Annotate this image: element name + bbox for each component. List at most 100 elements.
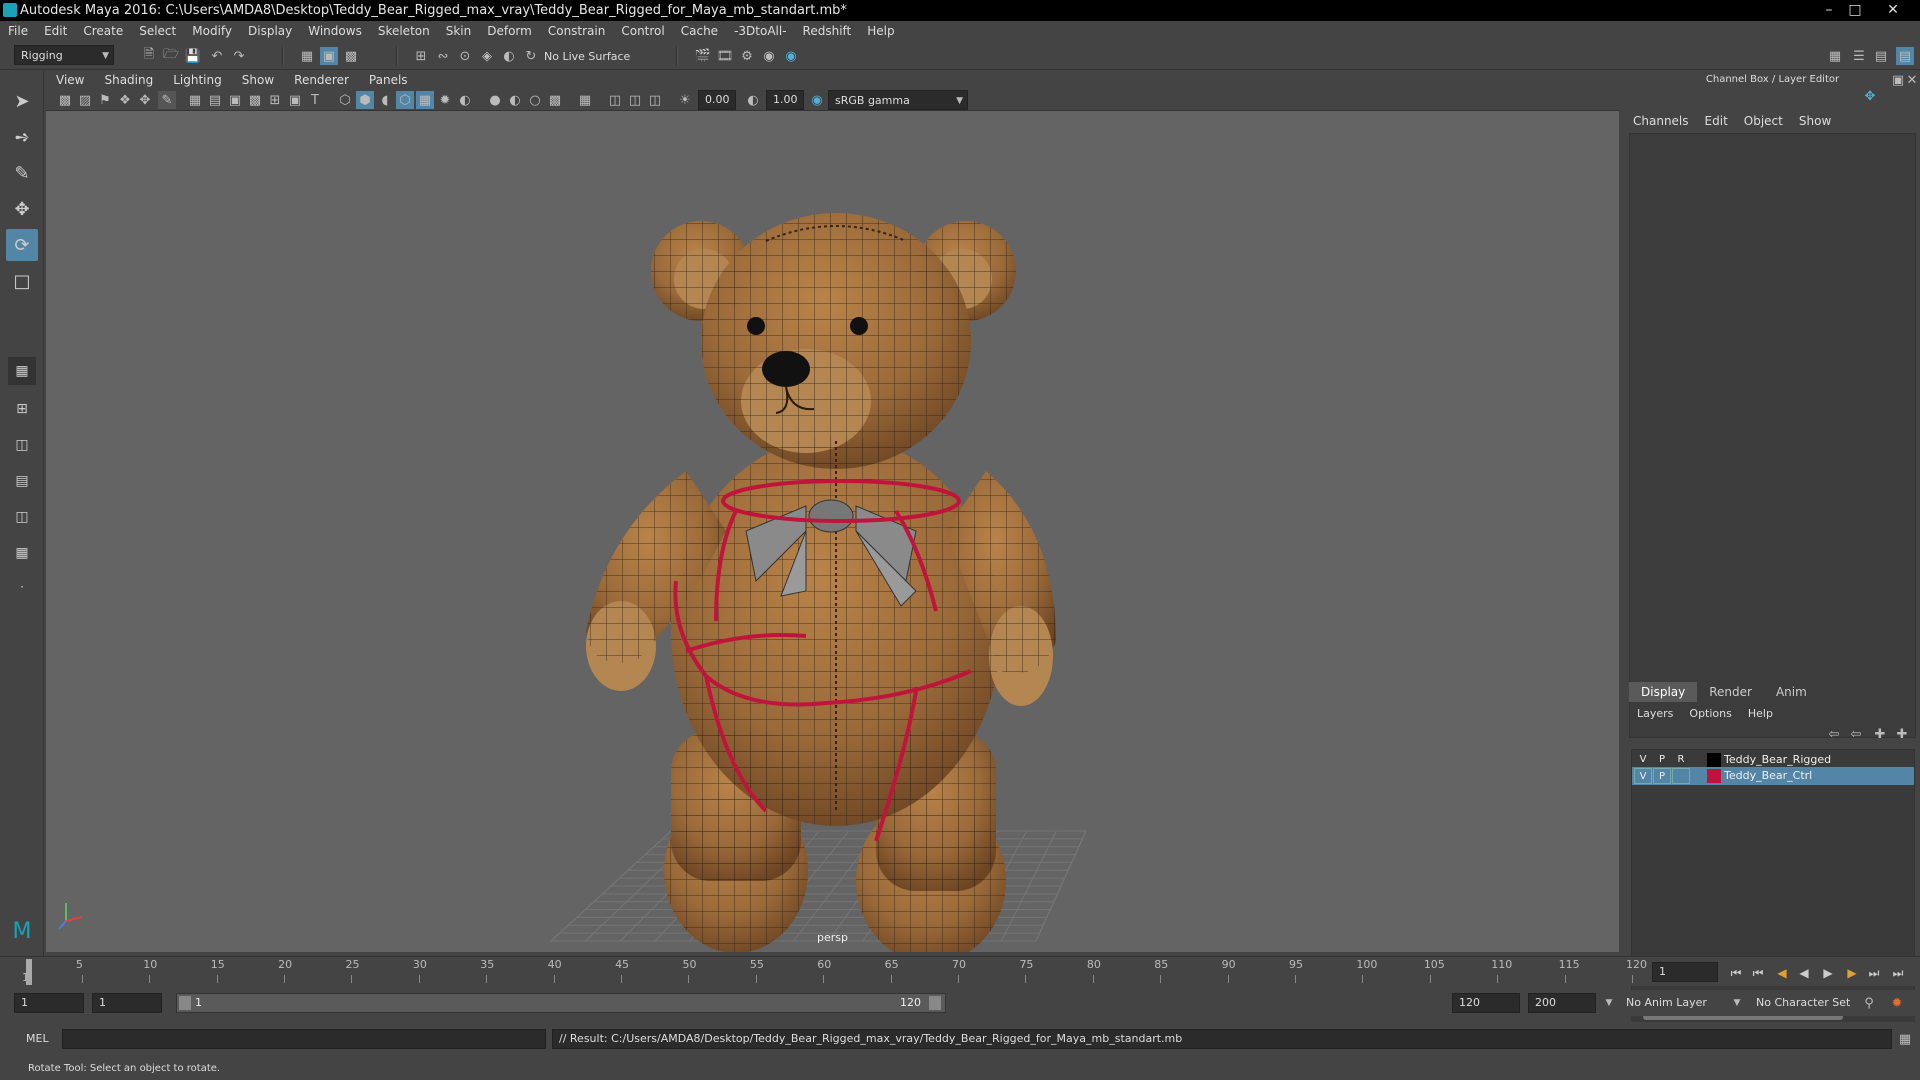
scale-tool-icon[interactable]: □	[6, 265, 38, 297]
field-chart-icon[interactable]: ⊞	[266, 91, 284, 109]
bookmark-icon[interactable]: ⚑	[96, 91, 114, 109]
channel-box-options-icon[interactable]: ✥	[1861, 87, 1879, 105]
snap-surface-icon[interactable]: ◐	[500, 47, 518, 65]
playback-start-field[interactable]: 1	[92, 993, 162, 1013]
menu-help[interactable]: Help	[859, 21, 902, 42]
paint-select-icon[interactable]: ✎	[6, 157, 38, 189]
undo-icon[interactable]: ↶	[208, 47, 226, 65]
live-surface-label[interactable]: No Live Surface	[544, 47, 644, 65]
redo-icon[interactable]: ↷	[230, 47, 248, 65]
modeling-toolkit-icon[interactable]: ▦	[1826, 47, 1844, 65]
layer-menu-options[interactable]: Options	[1681, 704, 1739, 724]
gamma-field[interactable]: 1.00	[766, 90, 804, 110]
tool-settings-icon[interactable]: ▤	[1872, 47, 1890, 65]
menu-control[interactable]: Control	[613, 21, 672, 42]
exposure-field[interactable]: 0.00	[698, 90, 736, 110]
channel-box-menu-channels[interactable]: Channels	[1625, 111, 1697, 131]
channel-box-menu-show[interactable]: Show	[1791, 111, 1839, 131]
layer-visibility-toggle[interactable]: V	[1634, 768, 1652, 784]
viewport-menu-view[interactable]: View	[46, 71, 94, 89]
snap-point-icon[interactable]: ⊙	[456, 47, 474, 65]
step-back-frame-icon[interactable]: ◀	[1772, 963, 1792, 983]
xray-components-icon[interactable]: ◫	[646, 91, 664, 109]
layer-menu-layers[interactable]: Layers	[1629, 704, 1681, 724]
layer-reference-toggle[interactable]	[1672, 768, 1690, 784]
anim-layer-label[interactable]: No Anim Layer	[1626, 996, 1707, 1009]
viewport-menu-shading[interactable]: Shading	[94, 71, 163, 89]
menu-edit[interactable]: Edit	[36, 21, 75, 42]
color-management-icon[interactable]: ◉	[808, 91, 826, 109]
save-scene-icon[interactable]: 💾	[184, 47, 202, 65]
minimize-button[interactable]: –	[1818, 1, 1840, 19]
current-frame-field[interactable]: 1	[1652, 962, 1718, 982]
layer-visibility-toggle[interactable]: V	[1634, 752, 1652, 768]
channel-box-menu-object[interactable]: Object	[1736, 111, 1791, 131]
menu-redshift[interactable]: Redshift	[795, 21, 860, 42]
menu-create[interactable]: Create	[75, 21, 131, 42]
wireframe-icon[interactable]: ⬡	[336, 91, 354, 109]
anti-aliasing-icon[interactable]: ○	[526, 91, 544, 109]
attribute-editor-icon[interactable]: ☰	[1850, 47, 1868, 65]
xray-icon[interactable]: ◫	[606, 91, 624, 109]
layer-menu-help[interactable]: Help	[1740, 704, 1781, 724]
screen-space-ao-icon[interactable]: ●	[486, 91, 504, 109]
more-layouts-icon[interactable]: ·	[6, 571, 38, 603]
maximize-button[interactable]: □	[1844, 1, 1866, 19]
close-panel-icon[interactable]: ✕	[1903, 71, 1920, 89]
close-button[interactable]: ✕	[1882, 1, 1904, 19]
grease-pencil-icon[interactable]: ✎	[158, 91, 176, 109]
resolution-gate-icon[interactable]: ▣	[226, 91, 244, 109]
menu-3dtoall[interactable]: -3DtoAll-	[726, 21, 794, 42]
tab-anim[interactable]: Anim	[1764, 682, 1819, 702]
hypershade-layout-icon[interactable]: ▦	[6, 537, 38, 569]
open-scene-icon[interactable]: 🗁	[162, 47, 180, 65]
snap-together-icon[interactable]: ↻	[522, 47, 540, 65]
layer-playback-toggle[interactable]: P	[1653, 752, 1671, 768]
go-to-start-icon[interactable]: ⏮	[1726, 963, 1746, 983]
move-layer-up-icon[interactable]: ⇦	[1825, 725, 1843, 743]
menu-cache[interactable]: Cache	[673, 21, 726, 42]
range-handle-start[interactable]	[179, 996, 191, 1010]
tab-display[interactable]: Display	[1629, 682, 1698, 702]
layer-playback-toggle[interactable]: P	[1653, 768, 1671, 784]
viewport-menu-show[interactable]: Show	[232, 71, 284, 89]
move-tool-icon[interactable]: ✥	[6, 193, 38, 225]
range-handle-end[interactable]	[929, 996, 941, 1010]
channel-box-icon[interactable]: ▤	[1896, 47, 1914, 65]
menu-skin[interactable]: Skin	[438, 21, 480, 42]
wireframe-on-shaded-icon[interactable]: ⬡	[396, 91, 414, 109]
textured-icon[interactable]: ▦	[416, 91, 434, 109]
menu-set-dropdown[interactable]: Rigging ▼	[14, 45, 114, 65]
snap-grid-icon[interactable]: ⊞	[412, 47, 430, 65]
step-back-key-icon[interactable]: ⏮	[1748, 963, 1768, 983]
menu-modify[interactable]: Modify	[184, 21, 240, 42]
menu-display[interactable]: Display	[240, 21, 300, 42]
menu-constrain[interactable]: Constrain	[540, 21, 614, 42]
channel-box-menu-edit[interactable]: Edit	[1697, 111, 1736, 131]
layer-reference-toggle[interactable]: R	[1672, 752, 1690, 768]
render-frame-icon[interactable]: 🎬	[694, 47, 712, 65]
move-layer-down-icon[interactable]: ⇦	[1847, 725, 1865, 743]
layer-color-swatch[interactable]	[1707, 753, 1721, 767]
character-set-arrow-icon[interactable]: ▼	[1728, 994, 1746, 1012]
viewport-menu-panels[interactable]: Panels	[359, 71, 418, 89]
viewport-menu-renderer[interactable]: Renderer	[284, 71, 359, 89]
use-all-lights-icon[interactable]: ✹	[436, 91, 454, 109]
four-pane-layout-icon[interactable]: ⊞	[6, 393, 38, 425]
safe-title-icon[interactable]: T	[306, 91, 324, 109]
xray-joints-icon[interactable]: ◫	[626, 91, 644, 109]
single-pane-layout-icon[interactable]: ▦	[8, 357, 36, 385]
snap-view-icon[interactable]: ◈	[478, 47, 496, 65]
time-slider[interactable]: 1510152025303540455055606570758085909510…	[0, 956, 1920, 986]
play-forward-icon[interactable]: ▶	[1818, 963, 1838, 983]
end-time-field[interactable]: 200	[1528, 993, 1596, 1013]
smooth-shade-icon[interactable]: ⬢	[356, 91, 374, 109]
use-default-material-icon[interactable]: ◖	[376, 91, 394, 109]
script-editor-icon[interactable]: ▦	[1896, 1030, 1914, 1048]
select-object-icon[interactable]: ▣	[320, 47, 338, 65]
auto-key-icon[interactable]: ⚲	[1860, 994, 1878, 1012]
lasso-tool-icon[interactable]: ➺	[6, 121, 38, 153]
camera-attributes-icon[interactable]: ▨	[76, 91, 94, 109]
select-camera-icon[interactable]: ▩	[56, 91, 74, 109]
exposure-icon[interactable]: ☀	[676, 91, 694, 109]
